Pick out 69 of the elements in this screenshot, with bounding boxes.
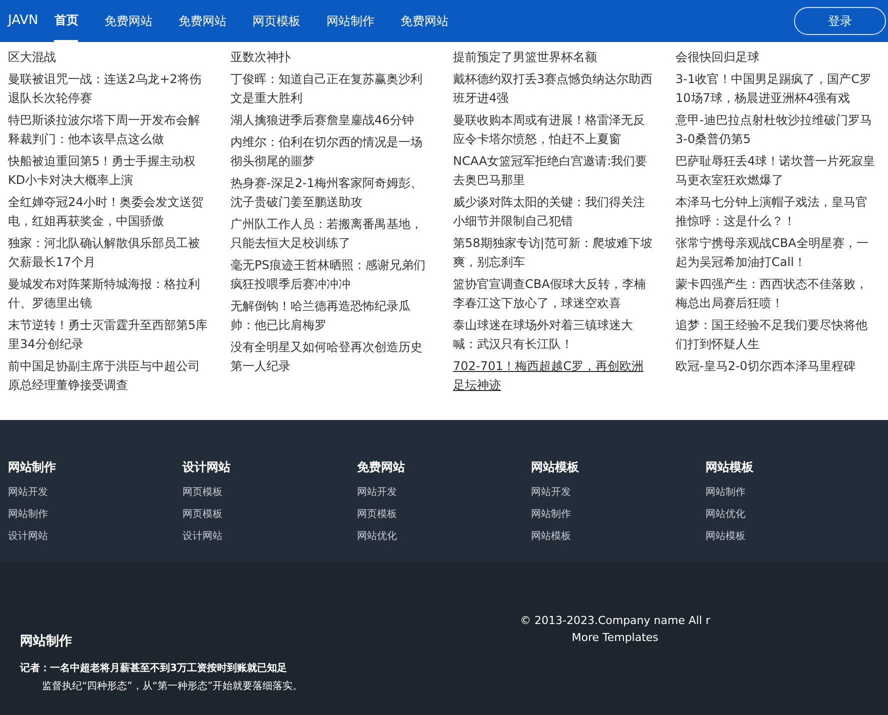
news-link[interactable]: 欧冠-皇马2-0切尔西本泽马里程碑 xyxy=(676,357,880,376)
footer-link[interactable]: 网站制作 xyxy=(8,504,182,526)
footer-heading: 设计网站 xyxy=(182,459,232,476)
nav-link[interactable]: 网站制作 xyxy=(326,0,374,42)
news-link[interactable]: 曼城发布对阵莱斯特城海报：格拉利什、罗德里出镜 xyxy=(8,275,212,313)
lead-text: 记者：一名中超老将月薪甚至不到3万工资按时到账就已知足 xyxy=(20,662,288,676)
footer-link[interactable]: 网页模板 xyxy=(356,504,532,526)
news-link[interactable]: 威少谈对阵太阳的关键：我们得关注小细节并限制自己犯错 xyxy=(453,193,658,231)
footer-link[interactable]: 网页模板 xyxy=(182,504,357,526)
news-link[interactable]: 特巴斯谈拉波尔塔下周一开发布会解释裁判门：他本该早点这么做 xyxy=(8,111,212,149)
news-link[interactable]: 篮协官宣调查CBA假球大反转，李楠李春江这下放心了，球迷空欢喜 xyxy=(453,275,658,313)
bottom-title: 网站制作 xyxy=(20,633,73,651)
news-link[interactable]: 3-1收官！中国男足踢疯了，国产C罗10场7球，杨晨进亚洲杯4强有戏 xyxy=(676,70,880,108)
news-link[interactable]: 内维尔：伯利在切尔西的情况是一场彻头彻尾的噩梦 xyxy=(230,133,435,171)
news-link[interactable]: 亚数次神扑 xyxy=(230,48,435,67)
footer-link[interactable]: 网站制作 xyxy=(706,482,880,504)
body-text: 监督执纪“四种形态”，从“第一种形态”开始就要落细落实。 xyxy=(41,680,304,694)
news-link[interactable]: 无解倒钩！哈兰德再造恐怖纪录瓜帅：他已比肩梅罗 xyxy=(230,297,435,335)
news-link[interactable]: 蒙卡四强产生：西西状态不佳落败，梅总出局赛后狂喷！ xyxy=(676,275,880,313)
footer-link[interactable]: 设计网站 xyxy=(182,526,357,548)
news-link[interactable]: 追梦：国王经验不足我们要尽快将他们打到怀疑人生 xyxy=(676,316,880,354)
brand-logo[interactable]: JAVN xyxy=(8,11,38,31)
news-link[interactable]: 巴萨耻辱狂丢4球！诺坎普一片死寂皇马更衣室狂欢燃爆了 xyxy=(676,152,880,190)
news-link[interactable]: 会很快回归足球 xyxy=(676,48,880,67)
news-link[interactable]: 独家：河北队确认解散俱乐部员工被欠薪最长17个月 xyxy=(8,234,212,272)
news-link[interactable]: 提前预定了男篮世界杯名额 xyxy=(453,48,658,67)
nav-link[interactable]: 网页模板 xyxy=(252,0,300,42)
news-link[interactable]: 前中国足协副主席于洪臣与中超公司原总经理董铮接受调查 xyxy=(8,357,212,395)
footer-link[interactable]: 网页模板 xyxy=(182,482,357,504)
news-link[interactable]: 意甲-迪巴拉点射杜牧沙拉维破门罗马3-0桑普仍第5 xyxy=(676,111,880,149)
footer-heading: 网站模板 xyxy=(531,459,580,476)
news-link[interactable]: 戴杯德约双打丢3赛点憾负纳达尔助西班牙进4强 xyxy=(453,70,658,108)
footer-link[interactable]: 设计网站 xyxy=(8,526,182,548)
news-link[interactable]: 张常宁携母亲观战CBA全明星赛，一起为吴冠希加油打Call！ xyxy=(676,234,880,272)
news-link[interactable]: 广州队工作人员：若搬离番禺基地，只能去恒大足校训练了 xyxy=(230,215,435,253)
news-link[interactable]: 泰山球迷在球场外对着三镇球迷大喊：武汉只有长江队！ xyxy=(453,316,658,354)
news-link[interactable]: 第58期独家专访|范可新：爬坡难下坡爽，别忘刹车 xyxy=(453,234,658,272)
news-link[interactable]: 曼联被诅咒一战：连送2乌龙+2将伤退队长次轮停赛 xyxy=(8,70,212,108)
nav-link[interactable]: 首页 xyxy=(54,0,78,42)
news-link[interactable]: 湖人擒狼进季后赛詹皇鏖战46分钟 xyxy=(230,111,435,130)
login-button[interactable]: 登录 xyxy=(794,7,886,35)
news-link[interactable]: 没有全明星又如何哈登再次创造历史第一人纪录 xyxy=(230,338,435,376)
news-link[interactable]: 末节逆转！勇士灭雷霆升至西部第5库里34分创纪录 xyxy=(8,316,212,354)
news-link[interactable]: NCAA女篮冠军拒绝白宫邀请:我们要去奥巴马那里 xyxy=(453,152,658,190)
footer-link[interactable]: 网站优化 xyxy=(356,526,532,548)
footer-link[interactable]: 网站制作 xyxy=(531,504,706,526)
footer-link[interactable]: 网站开发 xyxy=(356,482,532,504)
footer-link[interactable]: 网站优化 xyxy=(706,504,880,526)
footer-heading: 网站制作 xyxy=(8,459,57,476)
news-link[interactable]: 丁俊晖：知道自己正在复苏赢奥沙利文是重大胜利 xyxy=(230,70,435,108)
news-link[interactable]: 本泽马七分钟上演帽子戏法，皇马官推惊呼：这是什么？！ xyxy=(676,193,880,231)
footer-link[interactable]: 网站开发 xyxy=(8,482,182,504)
news-link[interactable]: 热身赛-深足2-1梅州客家阿奇姆彭、沈子贵破门姜至鹏送助攻 xyxy=(230,174,435,212)
news-link[interactable]: 曼联收购本周或有进展！格雷泽无反应令卡塔尔愤怒，怕赶不上夏窗 xyxy=(453,111,658,149)
footer-link[interactable]: 网站模板 xyxy=(531,526,706,548)
news-link[interactable]: 毫无PS痕迹王哲林晒照：感谢兄弟们疯狂投喂季后赛冲冲冲 xyxy=(230,256,435,294)
nav-link[interactable]: 免费网站 xyxy=(400,0,448,42)
footer-heading: 网站模板 xyxy=(706,459,755,476)
footer-link[interactable]: 网站模板 xyxy=(706,526,880,548)
news-link[interactable]: 区大混战 xyxy=(8,48,212,67)
footer-heading: 免费网站 xyxy=(356,459,406,476)
news-link[interactable]: 快船被迫重回第5！勇士手握主动权KD小卡对决大概率上演 xyxy=(8,152,212,190)
news-link[interactable]: 702-701！梅西超越C罗，再创欧洲足坛神迹 xyxy=(453,357,658,395)
copyright-text: © 2013-2023.Company name All r xyxy=(520,613,710,629)
nav-link[interactable]: 免费网站 xyxy=(178,0,226,42)
more-templates-link[interactable]: More Templates xyxy=(572,629,658,646)
nav-link[interactable]: 免费网站 xyxy=(104,0,152,42)
footer-link[interactable]: 网站开发 xyxy=(531,482,706,504)
news-link[interactable]: 全红婵夺冠24小时！奥委会发文送贺电，红姐再获奖金，中国骄傲 xyxy=(8,193,212,231)
